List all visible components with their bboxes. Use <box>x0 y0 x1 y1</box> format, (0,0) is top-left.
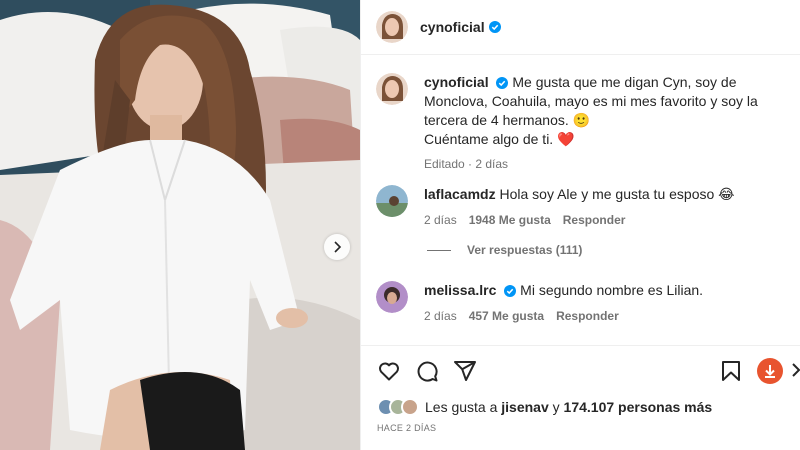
download-button[interactable] <box>757 358 783 384</box>
view-replies-label: Ver respuestas (111) <box>467 243 583 257</box>
caption-avatar[interactable] <box>376 73 408 105</box>
replies-divider <box>427 249 451 251</box>
heart-emoji: ❤️ <box>557 131 575 147</box>
post-header: cynoficial <box>361 0 800 55</box>
comment-icon[interactable] <box>415 359 439 383</box>
chevron-right-icon[interactable] <box>791 360 800 380</box>
likes-prefix: Les gusta a <box>425 399 498 415</box>
next-photo-button[interactable] <box>324 234 350 260</box>
caption-username[interactable]: cynoficial <box>424 74 489 90</box>
caption-text: cynoficial Me gusta que me digan Cyn, so… <box>424 73 794 149</box>
comment-time[interactable]: 2 días <box>424 213 457 227</box>
next-arrow-icon <box>334 241 342 253</box>
reply-button[interactable]: Responder <box>556 309 619 323</box>
reply-button[interactable]: Responder <box>563 213 626 227</box>
photo-image <box>0 0 360 450</box>
view-replies-button[interactable]: Ver respuestas (111) <box>427 243 582 257</box>
post-details-panel: cynoficial cynoficial Me gusta que me di… <box>360 0 800 450</box>
post-photo[interactable] <box>0 0 360 450</box>
caption-line-2: Cuéntame algo de ti. <box>424 131 554 147</box>
share-icon[interactable] <box>453 359 477 383</box>
liker-avatars <box>377 398 419 416</box>
author-avatar[interactable] <box>376 11 408 43</box>
comment-username[interactable]: laflacamdz <box>424 186 496 202</box>
comment-meta: 2 días 457 Me gusta Responder <box>424 309 794 323</box>
caption-edited-time: Editado · 2 días <box>424 157 509 171</box>
likes-joiner: y <box>552 399 560 415</box>
bookmark-icon[interactable] <box>719 359 743 383</box>
download-icon <box>765 365 775 378</box>
post-time-ago[interactable]: HACE 2 DÍAS <box>377 423 436 433</box>
verified-icon <box>496 77 509 89</box>
comment-likes[interactable]: 1948 Me gusta <box>469 213 551 227</box>
comment-avatar[interactable] <box>376 281 408 313</box>
comment-avatar[interactable] <box>376 185 408 217</box>
comment-text: Mi segundo nombre es Lilian. <box>520 282 704 298</box>
smile-emoji: 🙂 <box>572 112 591 128</box>
verified-icon <box>504 285 517 297</box>
comment-likes[interactable]: 457 Me gusta <box>469 309 544 323</box>
likes-count[interactable]: 174.107 personas más <box>564 399 713 415</box>
comment-time[interactable]: 2 días <box>424 309 457 323</box>
likes-user[interactable]: jisenav <box>501 399 548 415</box>
action-bar <box>361 345 800 395</box>
caption: cynoficial Me gusta que me digan Cyn, so… <box>376 73 796 171</box>
comments-list[interactable]: cynoficial Me gusta que me digan Cyn, so… <box>361 55 800 345</box>
author-username[interactable]: cynoficial <box>420 19 485 35</box>
heart-icon[interactable] <box>377 359 401 383</box>
comment-item: melissa.lrc Mi segundo nombre es Lilian.… <box>376 281 796 323</box>
liker-avatar <box>401 398 419 416</box>
comment-username[interactable]: melissa.lrc <box>424 282 496 298</box>
comment-meta: 2 días 1948 Me gusta Responder <box>424 213 794 227</box>
caption-meta: Editado · 2 días <box>424 157 794 171</box>
comment-text: Hola soy Ale y me gusta tu esposo <box>499 186 715 202</box>
laugh-emoji: 😂 <box>718 186 735 202</box>
likes-summary[interactable]: Les gusta a jisenav y 174.107 personas m… <box>377 398 712 416</box>
comment-item: laflacamdz Hola soy Ale y me gusta tu es… <box>376 185 796 227</box>
verified-icon <box>488 21 501 33</box>
